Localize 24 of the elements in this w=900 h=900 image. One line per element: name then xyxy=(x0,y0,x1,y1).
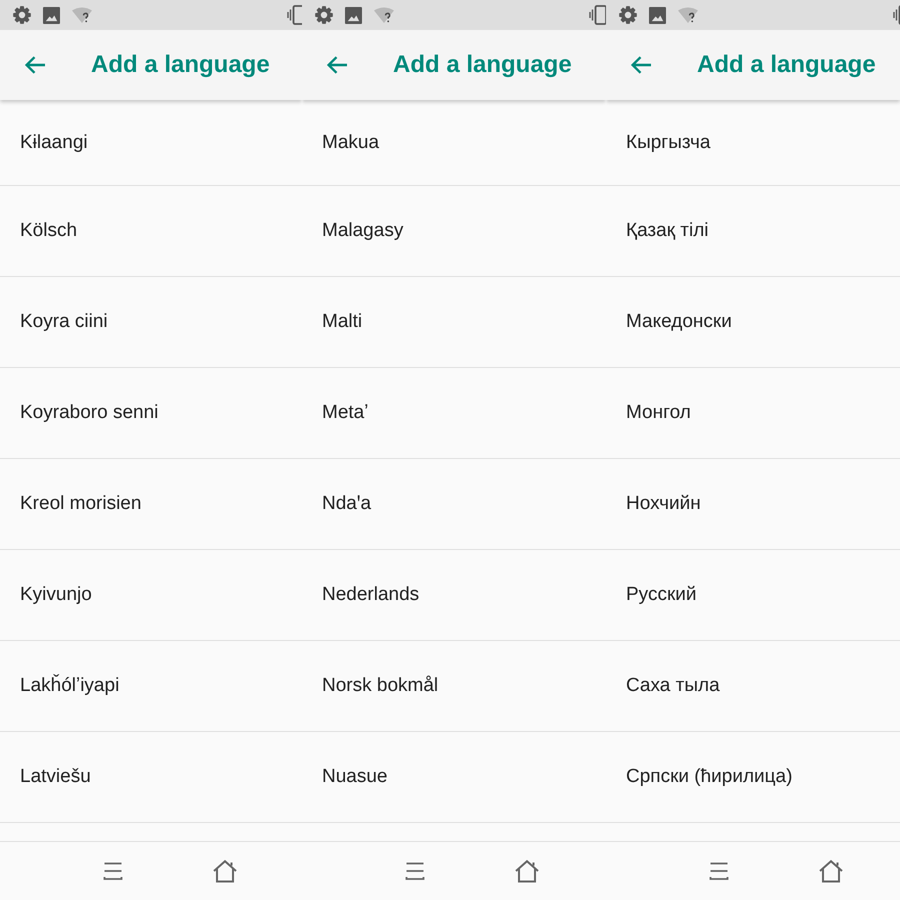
settings-icon xyxy=(619,6,637,24)
vibrate-icon xyxy=(893,5,900,25)
menu-icon[interactable] xyxy=(103,861,123,881)
menu-icon[interactable] xyxy=(709,861,729,881)
screen-title: Add a language xyxy=(697,51,876,79)
wifi-question-icon xyxy=(72,6,92,24)
back-icon[interactable] xyxy=(630,55,652,75)
settings-icon xyxy=(13,6,31,24)
settings-icon xyxy=(315,6,333,24)
back-icon[interactable] xyxy=(24,55,46,75)
screen-title: Add a language xyxy=(393,51,572,79)
home-icon[interactable] xyxy=(514,859,540,883)
wifi-question-icon xyxy=(678,6,698,24)
vibrate-icon xyxy=(287,5,302,25)
home-icon[interactable] xyxy=(818,859,844,883)
vibrate-icon xyxy=(589,5,606,25)
home-icon[interactable] xyxy=(212,859,238,883)
wifi-question-icon xyxy=(374,6,394,24)
image-icon xyxy=(345,6,362,24)
menu-icon[interactable] xyxy=(405,861,425,881)
image-icon xyxy=(43,6,60,24)
image-icon xyxy=(649,6,666,24)
screen-title: Add a language xyxy=(91,51,270,79)
back-icon[interactable] xyxy=(326,55,348,75)
